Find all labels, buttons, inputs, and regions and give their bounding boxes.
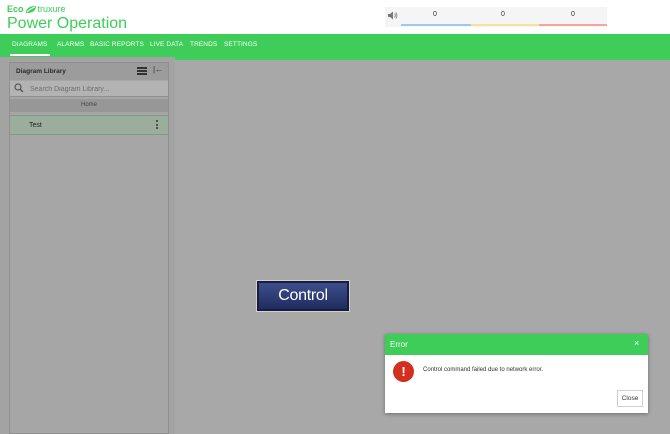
- nav-trends[interactable]: TRENDS: [190, 41, 217, 48]
- more-options-icon[interactable]: [156, 120, 159, 131]
- nav-active-indicator: [10, 54, 50, 56]
- diagram-library-header: Diagram Library |←: [10, 63, 168, 80]
- diagram-item-label[interactable]: Test: [29, 122, 42, 129]
- alarm-count-high[interactable]: 0: [571, 11, 575, 18]
- error-message: Control command failed due to network er…: [423, 367, 544, 373]
- alarm-bar-high: [539, 24, 607, 26]
- close-button[interactable]: Close: [617, 390, 643, 407]
- diagram-search: [10, 81, 168, 97]
- alarm-bar-medium: [471, 24, 539, 26]
- nav-alarms[interactable]: ALARMS: [57, 41, 84, 48]
- alarm-count-low[interactable]: 0: [433, 11, 437, 18]
- error-icon: !: [393, 361, 414, 382]
- nav-settings[interactable]: SETTINGS: [224, 41, 257, 48]
- diagram-library-panel: Diagram Library |← Home Test: [9, 62, 169, 434]
- nav-diagrams[interactable]: DIAGRAMS: [12, 41, 47, 48]
- speaker-icon[interactable]: [388, 11, 398, 20]
- section-home[interactable]: Home: [10, 99, 168, 112]
- main-nav: DIAGRAMS ALARMS BASIC REPORTS LIVE DATA …: [0, 34, 670, 57]
- alarm-count-medium[interactable]: 0: [501, 11, 505, 18]
- control-button[interactable]: Control: [256, 280, 350, 312]
- ecostruxure-logo: Eco truxure: [7, 4, 127, 14]
- alarm-summary[interactable]: 0 0 0: [385, 7, 607, 27]
- diagram-library-title: Diagram Library: [16, 68, 66, 75]
- alarm-bar-low: [401, 24, 471, 26]
- search-input[interactable]: [30, 83, 164, 95]
- top-bar: Eco truxure Power Operation 0 0 0: [0, 0, 670, 34]
- close-icon[interactable]: ×: [634, 338, 639, 348]
- brand-logo: Eco truxure Power Operation: [7, 4, 127, 33]
- leaf-icon: [25, 5, 36, 13]
- brand-prefix: Eco: [7, 4, 24, 14]
- hamburger-icon[interactable]: [137, 67, 147, 75]
- nav-live-data[interactable]: LIVE DATA: [150, 41, 183, 48]
- error-dialog-header: Error ×: [385, 334, 648, 355]
- collapse-left-icon[interactable]: |←: [153, 65, 163, 74]
- search-icon: [14, 83, 24, 93]
- brand-suffix: truxure: [37, 4, 66, 14]
- error-dialog-title: Error: [390, 340, 408, 349]
- error-dialog: Error × ! Control command failed due to …: [385, 334, 648, 413]
- nav-basic-reports[interactable]: BASIC REPORTS: [90, 41, 144, 48]
- product-name: Power Operation: [7, 15, 128, 32]
- diagram-item-test[interactable]: Test: [10, 115, 168, 135]
